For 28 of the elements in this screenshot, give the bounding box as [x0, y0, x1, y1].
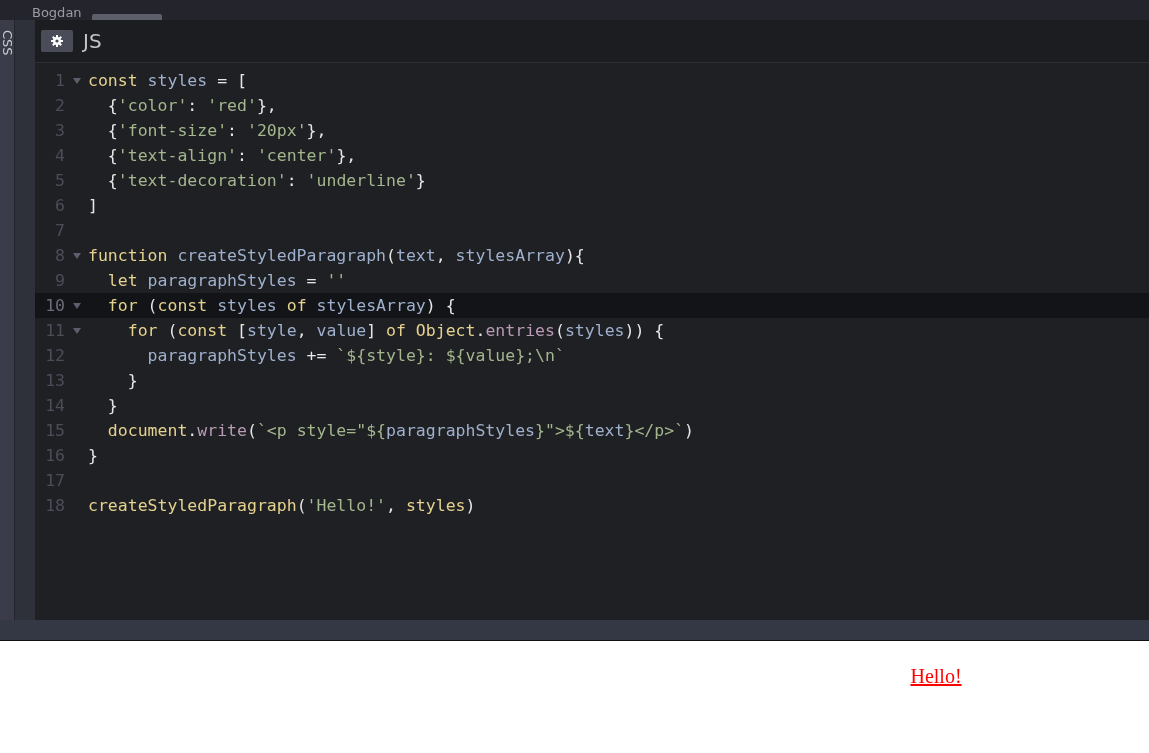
line-number: 10 — [44, 296, 65, 315]
code-line: for (const [style, value] of Object.entries(styles)) { — [126, 321, 665, 340]
account-badge — [91, 14, 162, 20]
code-line: for (const styles of stylesArray) { — [106, 296, 456, 315]
code-line: {'color': 'red'}, — [106, 96, 277, 115]
fold-icon[interactable] — [72, 302, 81, 309]
fold-icon[interactable] — [72, 77, 81, 84]
code-line: let paragraphStyles = '' — [106, 271, 347, 290]
code-line: {'text-decoration': 'underline'} — [106, 171, 426, 190]
side-tab[interactable]: CSS — [0, 20, 14, 620]
code-line: } — [88, 446, 98, 465]
panel-title: JS — [83, 29, 102, 53]
fold-icon[interactable] — [72, 327, 81, 334]
settings-icon — [51, 35, 63, 47]
code-line: {'text-align': 'center'}, — [106, 146, 357, 165]
settings-button[interactable] — [41, 30, 73, 52]
code-line: function createStyledParagraph(text, stylesArray){ — [88, 246, 585, 265]
code-line: const styles = [ — [88, 71, 247, 90]
user-name: Bogdan — [32, 6, 82, 20]
preview-paragraph: Hello! — [909, 665, 963, 688]
code-line: } — [106, 396, 118, 415]
code-line: } — [126, 371, 138, 390]
fold-icon[interactable] — [72, 252, 81, 259]
code-line: {'font-size': '20px'}, — [106, 121, 327, 140]
code-line: ] — [88, 196, 98, 215]
code-line: document.write(`<p style="${paragraphStyles}">${text}</p>`) — [106, 421, 694, 440]
code-line: createStyledParagraph('Hello!', styles) — [88, 496, 476, 515]
code-line: paragraphStyles += `${style}: ${value};\n` — [146, 346, 565, 365]
